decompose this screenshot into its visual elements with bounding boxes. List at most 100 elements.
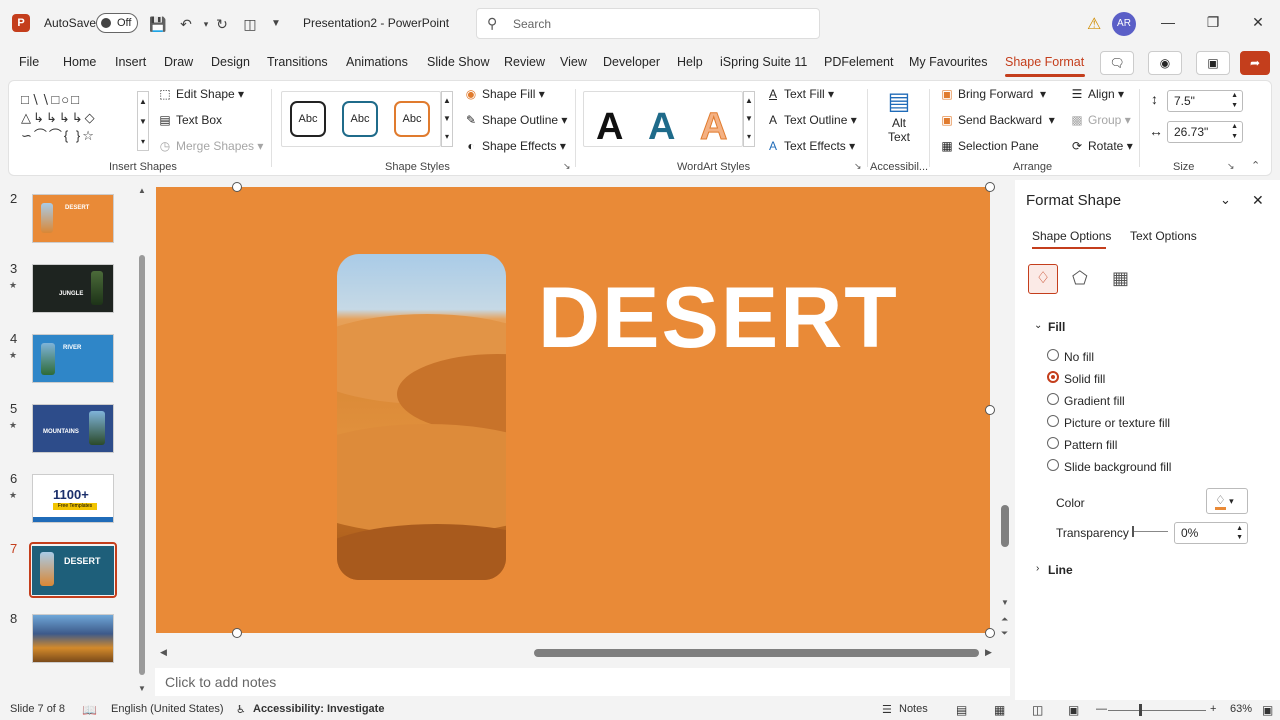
label-gradient-fill[interactable]: Gradient fill	[1064, 394, 1125, 408]
selection-pane-button[interactable]: ▦ Selection Pane	[939, 139, 1038, 153]
notes-placeholder[interactable]: Click to add notes	[165, 674, 276, 690]
fill-section-header[interactable]: Fill	[1048, 320, 1065, 334]
scroll-down-icon[interactable]: ▼	[138, 684, 146, 693]
tab-draw[interactable]: Draw	[164, 55, 193, 69]
zoom-out-icon[interactable]: —	[1096, 703, 1107, 715]
tab-developer[interactable]: Developer	[603, 55, 660, 69]
label-picture-fill[interactable]: Picture or texture fill	[1064, 416, 1170, 430]
shape-styles-launcher-icon[interactable]: ↘	[563, 161, 571, 172]
shape-effects-button[interactable]: ◐ Shape Effects ▾	[463, 139, 565, 153]
rotate-button[interactable]: ⟳ Rotate ▾	[1069, 139, 1133, 153]
text-outline-button[interactable]: A Text Outline ▾	[765, 113, 857, 127]
undo-icon[interactable]: ↶	[176, 14, 196, 34]
transparency-slider-track[interactable]	[1132, 531, 1168, 532]
redo-icon[interactable]: ↻	[212, 14, 232, 34]
search-box[interactable]: ⚲ Search	[476, 8, 820, 39]
label-no-fill[interactable]: No fill	[1064, 350, 1094, 364]
shape-style-blue[interactable]: Abc	[342, 101, 378, 137]
restore-icon[interactable]: ❐	[1203, 14, 1223, 31]
slide-horizontal-scrollbar[interactable]	[534, 649, 979, 657]
transparency-input[interactable]: 0% ▲ ▼	[1174, 522, 1248, 544]
scroll-left-icon[interactable]: ◀	[160, 647, 167, 658]
fill-line-icon[interactable]: ♢	[1028, 264, 1058, 294]
accessibility-icon[interactable]: ♿	[236, 703, 246, 716]
size-launcher-icon[interactable]: ↘	[1227, 161, 1235, 172]
customize-toolbar-icon[interactable]: ▼	[266, 14, 286, 34]
radio-gradient-fill[interactable]	[1047, 393, 1059, 405]
shape-width-input[interactable]: 26.73" ▲ ▼	[1167, 121, 1243, 143]
shape-styles-gallery[interactable]: Abc Abc Abc	[281, 91, 441, 147]
slide-title[interactable]: DESERT	[538, 275, 899, 361]
slide-thumbnail-7[interactable]: DESERT	[32, 546, 114, 595]
zoom-level[interactable]: 63%	[1230, 703, 1252, 715]
wordart-scroll[interactable]: ▲ ▼ ▾	[743, 91, 755, 147]
shape-style-orange[interactable]: Abc	[394, 101, 430, 137]
tab-home[interactable]: Home	[63, 55, 96, 69]
text-box-button[interactable]: ▤ Text Box	[157, 113, 222, 127]
tab-text-options[interactable]: Text Options	[1130, 229, 1197, 243]
slide-counter[interactable]: Slide 7 of 8	[10, 703, 65, 715]
wordart-black[interactable]: A	[596, 106, 623, 149]
slide-thumbnail-4[interactable]: RIVER	[32, 334, 114, 383]
line-section-chevron-icon[interactable]: ›	[1036, 563, 1039, 574]
scroll-up-icon[interactable]: ▲	[138, 186, 146, 195]
zoom-slider-track[interactable]	[1108, 710, 1206, 711]
tab-transitions[interactable]: Transitions	[267, 55, 328, 69]
slide-canvas[interactable]: DESERT	[156, 187, 990, 633]
slide-thumbnail-3[interactable]: JUNGLE	[32, 264, 114, 313]
pane-options-chevron-icon[interactable]: ⌄	[1220, 192, 1231, 208]
present-icon[interactable]: ◫	[240, 14, 260, 34]
tab-file[interactable]: File	[19, 55, 39, 69]
autosave-toggle[interactable]: Off	[96, 13, 138, 33]
record-button[interactable]: ◉	[1148, 51, 1182, 75]
tab-ispring[interactable]: iSpring Suite 11	[720, 55, 807, 69]
tab-pdfelement[interactable]: PDFelement	[824, 55, 893, 69]
notes-icon[interactable]: ☰	[882, 703, 892, 716]
minimize-icon[interactable]: —	[1158, 14, 1178, 30]
warning-icon[interactable]: ⚠	[1087, 14, 1101, 34]
tab-slide-show[interactable]: Slide Show	[427, 55, 490, 69]
radio-slide-background-fill[interactable]	[1047, 459, 1059, 471]
text-effects-button[interactable]: A Text Effects ▾	[765, 139, 855, 153]
shape-outline-button[interactable]: ✎ Shape Outline ▾	[463, 113, 567, 127]
reading-view-icon[interactable]: ◫	[1032, 703, 1043, 717]
fit-to-window-icon[interactable]: ▣	[1262, 703, 1273, 717]
tab-animations[interactable]: Animations	[346, 55, 408, 69]
radio-no-fill[interactable]	[1047, 349, 1059, 361]
wordart-launcher-icon[interactable]: ↘	[854, 161, 862, 172]
spelling-icon[interactable]: 📖	[82, 703, 97, 717]
tab-insert[interactable]: Insert	[115, 55, 146, 69]
resize-handle[interactable]	[985, 405, 995, 415]
next-slide-icon[interactable]: ⏷	[1001, 628, 1008, 639]
slideshow-view-icon[interactable]: ▣	[1068, 703, 1079, 717]
color-picker-button[interactable]: ♢ ▾	[1206, 488, 1248, 514]
scroll-right-icon[interactable]: ▶	[985, 647, 992, 658]
scroll-down-icon[interactable]: ▼	[1001, 598, 1009, 607]
comments-button[interactable]: 🗨	[1100, 51, 1134, 75]
tab-shape-options[interactable]: Shape Options	[1032, 229, 1111, 243]
language-indicator[interactable]: English (United States)	[111, 703, 224, 715]
slide-vertical-scrollbar[interactable]	[1001, 505, 1009, 547]
notes-button[interactable]: Notes	[899, 703, 928, 715]
merge-shapes-button[interactable]: ◷ Merge Shapes ▾	[157, 139, 264, 153]
fill-section-chevron-icon[interactable]: ⌄	[1034, 320, 1042, 331]
radio-pattern-fill[interactable]	[1047, 437, 1059, 449]
zoom-in-icon[interactable]: +	[1210, 703, 1216, 715]
normal-view-icon[interactable]: ▤	[956, 703, 967, 717]
slide-sorter-icon[interactable]: ▦	[994, 703, 1005, 717]
wordart-blue[interactable]: A	[648, 106, 675, 149]
resize-handle[interactable]	[985, 182, 995, 192]
share-button[interactable]: ➦	[1240, 51, 1270, 75]
notes-pane[interactable]	[155, 668, 1010, 696]
resize-handle[interactable]	[985, 628, 995, 638]
slide-thumbnail-6[interactable]: 1100+ Free Templates	[32, 474, 114, 523]
tab-view[interactable]: View	[560, 55, 587, 69]
slide-thumbnail-2[interactable]: DESERT	[32, 194, 114, 243]
accessibility-status[interactable]: Accessibility: Investigate	[253, 703, 384, 715]
previous-slide-icon[interactable]: ⏶	[1001, 614, 1008, 625]
slide-thumbnail-8[interactable]	[32, 614, 114, 663]
shape-style-black[interactable]: Abc	[290, 101, 326, 137]
group-button[interactable]: ▩ Group ▾	[1069, 113, 1130, 127]
slide-thumbnail-5[interactable]: MOUNTAINS	[32, 404, 114, 453]
tab-design[interactable]: Design	[211, 55, 250, 69]
